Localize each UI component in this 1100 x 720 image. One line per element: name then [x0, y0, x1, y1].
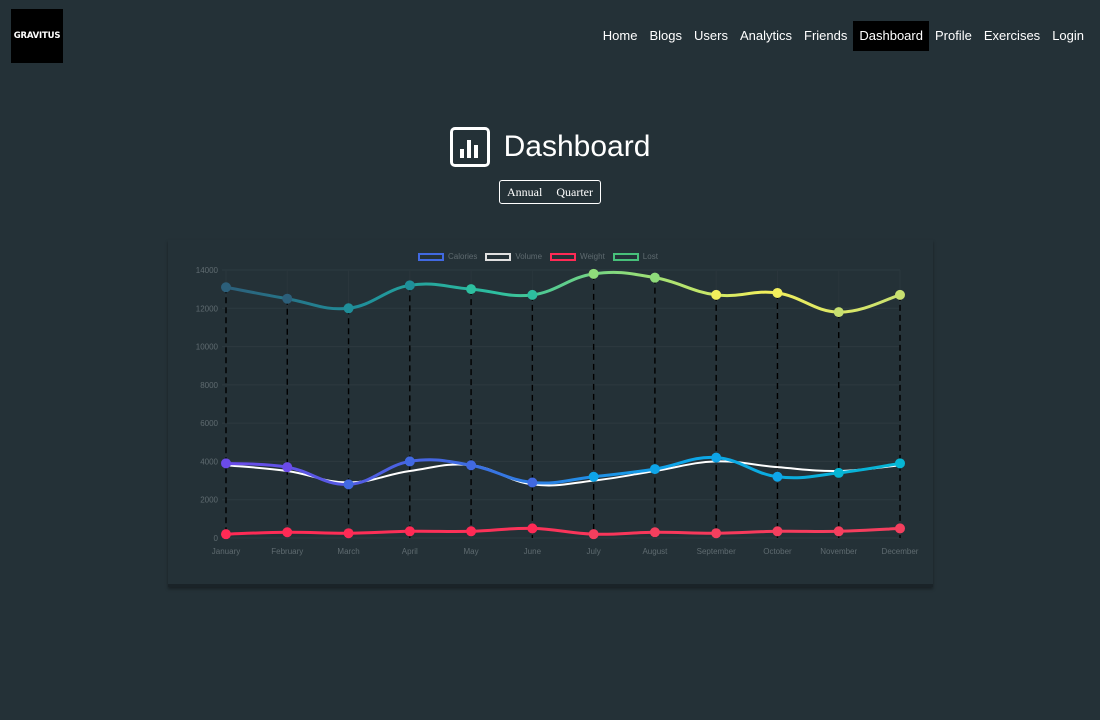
data-point-lost[interactable] [588, 268, 599, 279]
period-toggle: Annual Quarter [499, 180, 601, 204]
x-tick-label: November [820, 547, 857, 556]
y-tick-label: 2000 [200, 496, 218, 505]
data-point-calories[interactable] [466, 460, 477, 471]
series-line-weight [225, 526, 901, 536]
x-tick-label: June [524, 547, 542, 556]
data-point-lost[interactable] [527, 289, 538, 300]
data-point-calories[interactable] [221, 458, 231, 469]
nav-item-friends[interactable]: Friends [798, 21, 853, 51]
chart-card: Calories Volume Weight Lost 0 2000 4000 6000 80… [168, 240, 933, 587]
data-point-lost[interactable] [772, 287, 783, 298]
nav-item-blogs[interactable]: Blogs [643, 21, 688, 51]
bar-chart-icon [449, 127, 490, 167]
data-point-weight[interactable] [466, 526, 477, 537]
data-point-weight[interactable] [404, 526, 415, 537]
series-line-lost [225, 270, 901, 314]
data-point-lost[interactable] [895, 289, 905, 300]
data-point-lost[interactable] [343, 303, 354, 314]
data-point-lost[interactable] [833, 307, 844, 318]
x-tick-label: April [402, 547, 418, 556]
data-point-weight[interactable] [343, 528, 354, 539]
data-point-lost[interactable] [711, 289, 722, 300]
nav-item-home[interactable]: Home [597, 21, 644, 51]
y-tick-label: 8000 [200, 381, 218, 390]
data-point-lost[interactable] [221, 282, 231, 293]
nav-item-users[interactable]: Users [688, 21, 734, 51]
data-point-calories[interactable] [833, 467, 844, 478]
x-tick-label: August [642, 547, 668, 556]
x-tick-label: September [697, 547, 736, 556]
x-tick-label: March [337, 547, 359, 556]
data-point-weight[interactable] [588, 529, 599, 540]
x-tick-label: February [271, 547, 303, 556]
page-header: Dashboard [0, 127, 1100, 167]
data-point-calories[interactable] [404, 456, 415, 467]
data-point-lost[interactable] [404, 280, 415, 291]
page-title: Dashboard [503, 130, 651, 163]
nav-item-login[interactable]: Login [1046, 21, 1090, 51]
data-point-weight[interactable] [527, 523, 538, 534]
data-point-calories[interactable] [282, 462, 293, 473]
x-tick-label: October [763, 547, 792, 556]
x-tick-label: July [587, 547, 601, 556]
data-point-weight[interactable] [711, 528, 722, 539]
data-point-calories[interactable] [649, 464, 660, 475]
data-point-lost[interactable] [282, 293, 293, 304]
data-point-weight[interactable] [282, 527, 293, 538]
y-tick-label: 10000 [196, 343, 219, 352]
nav-item-dashboard[interactable]: Dashboard [853, 21, 929, 51]
y-tick-label: 14000 [196, 266, 219, 275]
nav-item-exercises[interactable]: Exercises [978, 21, 1046, 51]
quarter-button[interactable]: Quarter [556, 185, 593, 200]
y-tick-label: 4000 [200, 457, 218, 466]
annual-button[interactable]: Annual [507, 185, 542, 200]
data-point-calories[interactable] [711, 452, 722, 463]
y-tick-label: 6000 [200, 419, 218, 428]
data-point-weight[interactable] [895, 523, 905, 534]
data-point-lost[interactable] [466, 284, 477, 295]
data-point-lost[interactable] [649, 272, 660, 283]
data-point-weight[interactable] [833, 526, 844, 537]
x-tick-label: May [464, 547, 479, 556]
data-point-calories[interactable] [527, 477, 538, 488]
data-point-calories[interactable] [588, 471, 599, 482]
logo-text: GRAVITUS [13, 31, 61, 41]
nav-item-analytics[interactable]: Analytics [734, 21, 798, 51]
data-point-weight[interactable] [221, 529, 231, 540]
data-point-weight[interactable] [772, 526, 783, 537]
y-tick-label: 0 [214, 534, 219, 543]
x-tick-label: December [882, 547, 919, 556]
logo[interactable]: GRAVITUS [11, 9, 63, 63]
data-point-calories[interactable] [772, 471, 783, 482]
data-point-calories[interactable] [343, 479, 354, 490]
y-tick-label: 12000 [196, 304, 219, 313]
data-point-calories[interactable] [895, 458, 905, 469]
main-nav: Home Blogs Users Analytics Friends Dashboard P… [597, 21, 1090, 51]
line-chart: 0 2000 4000 6000 8000 10000 12000 14000 January F… [196, 266, 919, 556]
x-tick-label: January [212, 547, 240, 556]
data-point-weight[interactable] [649, 527, 660, 538]
nav-item-profile[interactable]: Profile [929, 21, 978, 51]
